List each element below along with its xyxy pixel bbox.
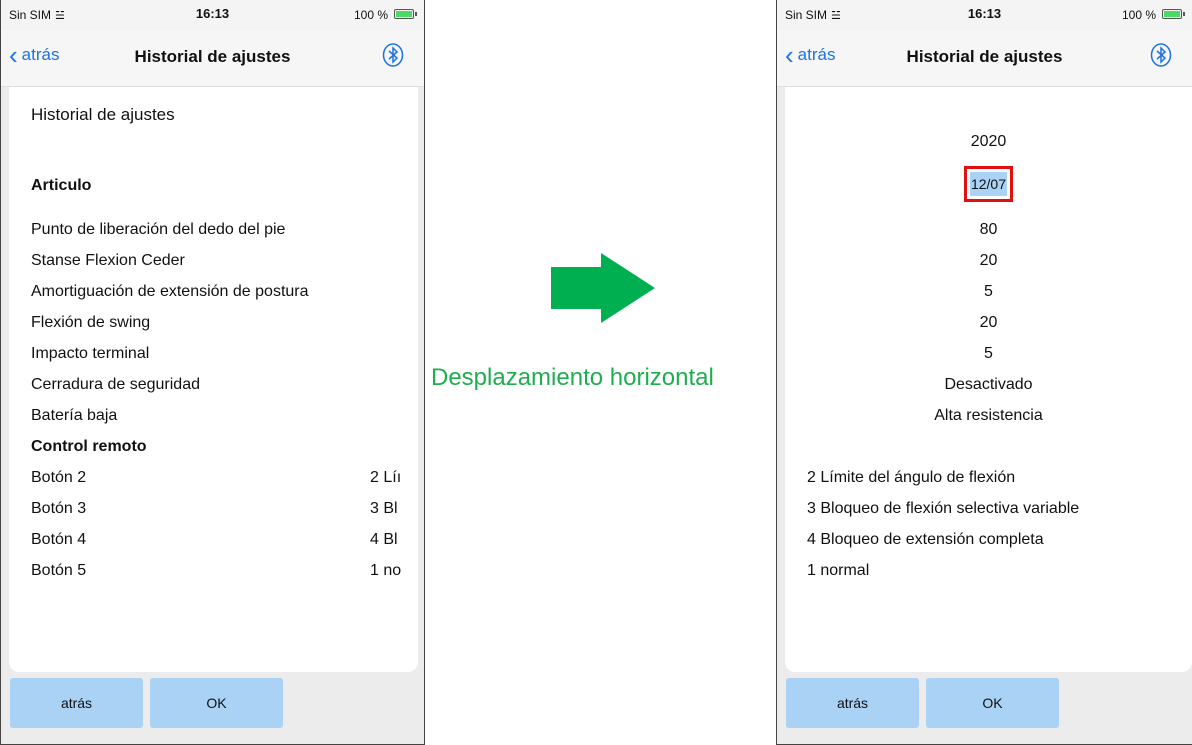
wifi-icon: ☱ xyxy=(831,10,841,22)
list-item: Punto de liberación del dedo del pie xyxy=(31,221,286,238)
back-button[interactable]: atrás xyxy=(786,678,919,728)
value-item: 5 xyxy=(984,345,993,362)
remote-value-item: 3 Bloqueo de flexión selectiva variable xyxy=(807,500,1080,517)
nav-bar: ‹ atrás Historial de ajustes xyxy=(777,30,1192,87)
remote-value-item: 2 Límite del ángulo de flexión xyxy=(807,469,1016,486)
settings-history-list: Historial de ajustes Articulo Punto de l… xyxy=(9,87,418,672)
remote-button-value: 1 no xyxy=(370,562,402,579)
list-item: Impacto terminal xyxy=(31,345,150,362)
carrier-label: Sin SIM xyxy=(9,8,52,22)
section-remote: Control remoto xyxy=(31,438,147,455)
nav-bar: ‹ atrás Historial de ajustes xyxy=(1,30,424,87)
value-item: 20 xyxy=(979,252,998,269)
chevron-left-icon: ‹ xyxy=(9,40,18,70)
remote-button-value: 2 Líı xyxy=(370,469,402,486)
bluetooth-icon[interactable] xyxy=(1150,43,1172,67)
nav-back-button[interactable]: ‹ atrás xyxy=(9,40,60,70)
carrier-label: Sin SIM xyxy=(785,8,828,22)
battery-icon xyxy=(1162,9,1185,19)
remote-button-label: Botón 3 xyxy=(31,500,87,517)
wifi-icon: ☱ xyxy=(55,10,65,22)
remote-value-item: 4 Bloqueo de extensión completa xyxy=(807,531,1044,548)
list-item: Flexión de swing xyxy=(31,314,151,331)
content-heading: Historial de ajustes xyxy=(31,105,175,124)
section-article: Articulo xyxy=(31,177,92,194)
list-item: Amortiguación de extensión de postura xyxy=(31,283,309,300)
battery-percent: 100 % xyxy=(1121,8,1156,22)
nav-back-label: atrás xyxy=(797,45,836,64)
status-time: 16:13 xyxy=(967,6,1002,21)
status-time: 16:13 xyxy=(195,6,230,21)
remote-button-label: Botón 2 xyxy=(31,469,87,486)
scroll-caption: Desplazamiento horizontal xyxy=(431,364,714,391)
value-item: Desactivado xyxy=(944,376,1033,393)
remote-button-label: Botón 4 xyxy=(31,531,87,548)
battery-icon xyxy=(394,9,417,19)
list-item: Stanse Flexion Ceder xyxy=(31,252,185,269)
status-bar: Sin SIM ☱ 16:13 100 % xyxy=(777,0,1192,30)
status-bar: Sin SIM ☱ 16:13 100 % xyxy=(1,0,424,30)
ok-button[interactable]: OK xyxy=(926,678,1059,728)
remote-value-item: 1 normal xyxy=(807,562,870,579)
arrow-right-icon xyxy=(551,253,655,323)
ok-button[interactable]: OK xyxy=(150,678,283,728)
value-item: 20 xyxy=(979,314,998,331)
back-button[interactable]: atrás xyxy=(10,678,143,728)
value-item: 5 xyxy=(984,283,993,300)
value-item: 80 xyxy=(979,221,998,238)
left-screen: Sin SIM ☱ 16:13 100 % ‹ atrás Historial d… xyxy=(0,0,425,745)
list-item: Cerradura de seguridad xyxy=(31,376,200,393)
battery-percent: 100 % xyxy=(353,8,388,22)
bluetooth-icon[interactable] xyxy=(382,43,404,67)
nav-back-button[interactable]: ‹ atrás xyxy=(785,40,836,70)
remote-button-value: 3 Bl xyxy=(370,500,398,517)
value-item: Alta resistencia xyxy=(934,407,1043,424)
nav-back-label: atrás xyxy=(21,45,60,64)
nav-title: Historial de ajustes xyxy=(906,47,1063,66)
bottom-bar: atrás OK xyxy=(1,674,424,744)
bottom-bar: atrás OK xyxy=(777,674,1192,744)
chevron-left-icon: ‹ xyxy=(785,40,794,70)
history-date-highlighted[interactable]: 12/07 xyxy=(963,166,1014,202)
list-item: Batería baja xyxy=(31,407,118,424)
settings-history-values: 2020 12/07 80 20 5 20 5 Desactivado Alta… xyxy=(785,87,1192,672)
right-screen: Sin SIM ☱ 16:13 100 % ‹ atrás Historial d… xyxy=(776,0,1192,745)
remote-button-label: Botón 5 xyxy=(31,562,87,579)
remote-button-value: 4 Bl xyxy=(370,531,398,548)
nav-title: Historial de ajustes xyxy=(134,47,291,66)
history-year: 2020 xyxy=(970,133,1007,150)
